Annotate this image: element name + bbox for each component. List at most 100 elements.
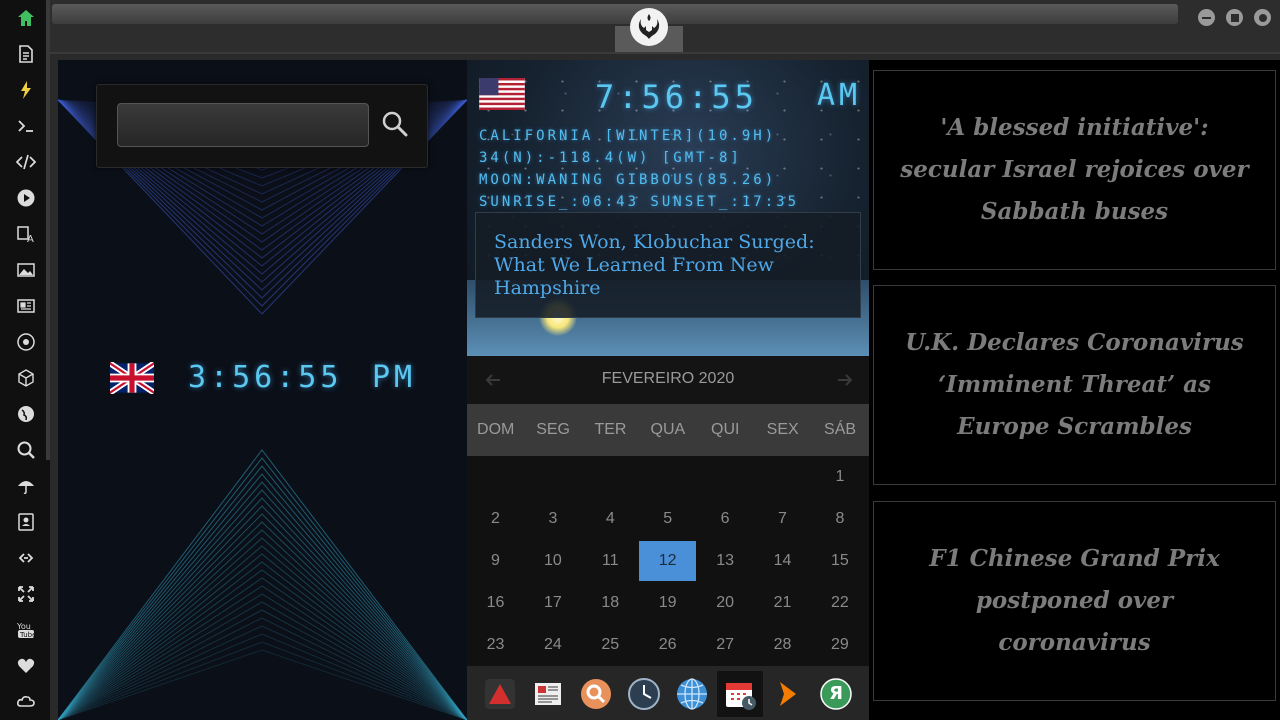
- calendar-day[interactable]: 24: [524, 625, 581, 665]
- news-headline[interactable]: F1 Chinese Grand Prix postponed over cor…: [898, 538, 1251, 664]
- calendar-day[interactable]: 4: [582, 499, 639, 539]
- search-app-icon: [581, 679, 611, 709]
- dock-news-app[interactable]: [525, 671, 571, 717]
- calendar-day[interactable]: 27: [697, 625, 754, 665]
- triangle-app-icon: [485, 679, 515, 709]
- search-input[interactable]: [117, 103, 369, 147]
- calendar-day[interactable]: 10: [524, 541, 581, 581]
- minimize-icon: [1202, 16, 1211, 19]
- sidebar-scrollbar[interactable]: [46, 0, 50, 460]
- title-field: [52, 4, 1178, 24]
- bolt-icon: [21, 81, 31, 99]
- sidebar-item-link[interactable]: [13, 545, 39, 571]
- calendar-day[interactable]: 17: [524, 583, 581, 623]
- rebel-icon: [17, 333, 35, 351]
- sidebar-item-newspaper[interactable]: [13, 293, 39, 319]
- sidebar-item-cloud[interactable]: [13, 689, 39, 715]
- sidebar-item-image[interactable]: [13, 257, 39, 283]
- uk-time: 3:56:55: [188, 360, 343, 395]
- dock-globe-app[interactable]: [669, 671, 715, 717]
- weekday-label: DOM: [477, 421, 515, 438]
- main-area: 3:56:55 PM 7:56:55 AM CALIFORNIA [WINTER…: [58, 60, 1280, 720]
- us-clock-widget: 7:56:55 AM CALIFORNIA [WINTER](10.9H) 34…: [467, 60, 869, 356]
- search-button[interactable]: [379, 107, 411, 141]
- maximize-icon: [1230, 13, 1239, 22]
- calendar-day[interactable]: 25: [582, 625, 639, 665]
- calendar-day[interactable]: 21: [754, 583, 811, 623]
- sidebar-item-search[interactable]: [13, 437, 39, 463]
- dock-arrow-app[interactable]: [765, 671, 811, 717]
- calendar-day[interactable]: 23: [467, 625, 524, 665]
- headline-link[interactable]: Sanders Won, Klobuchar Surged: What We L…: [494, 231, 834, 300]
- dock-item-label: Я: [829, 683, 843, 704]
- calendar-day[interactable]: 3: [524, 499, 581, 539]
- calendar-day[interactable]: 16: [467, 583, 524, 623]
- sidebar-item-umbrella[interactable]: [13, 473, 39, 499]
- sidebar: A You Tube: [0, 0, 50, 720]
- sidebar-item-youtube[interactable]: You Tube: [13, 617, 39, 643]
- dock-search-app[interactable]: [573, 671, 619, 717]
- dock-yandex-app[interactable]: Я: [813, 671, 859, 717]
- calendar-day[interactable]: 29: [811, 625, 868, 665]
- calendar-day[interactable]: 19: [639, 583, 696, 623]
- sidebar-item-translate[interactable]: A: [13, 221, 39, 247]
- calendar-day[interactable]: 13: [697, 541, 754, 581]
- sidebar-item-document[interactable]: [13, 41, 39, 67]
- calendar-grid: 1 2 3 4 5 6 7 8 9 10 11 12 13 14 15 16 17 18 19 20 21 22 23 24 2…: [467, 456, 869, 666]
- weekday-label: QUA: [650, 421, 686, 438]
- maximize-button[interactable]: [1226, 9, 1243, 26]
- close-button[interactable]: [1254, 9, 1271, 26]
- news-card[interactable]: U.K. Declares Coronavirus ‘Imminent Thre…: [873, 285, 1276, 485]
- calendar-day[interactable]: 28: [754, 625, 811, 665]
- calendar-day[interactable]: 7: [754, 499, 811, 539]
- calendar-day[interactable]: 2: [467, 499, 524, 539]
- news-app-icon: [535, 683, 561, 705]
- sidebar-item-play[interactable]: [13, 185, 39, 211]
- sidebar-item-rebel[interactable]: [13, 329, 39, 355]
- dock-triangle-app[interactable]: [477, 671, 523, 717]
- rebel-logo-icon[interactable]: [630, 8, 668, 46]
- arrow-right-icon: [838, 374, 853, 386]
- calendar-day[interactable]: 9: [467, 541, 524, 581]
- close-icon: [1258, 13, 1267, 22]
- sidebar-item-globe[interactable]: [13, 401, 39, 427]
- calendar-day[interactable]: 22: [811, 583, 868, 623]
- youtube-icon: YouTube: [16, 622, 36, 639]
- center-panel: 7:56:55 AM CALIFORNIA [WINTER](10.9H) 34…: [467, 60, 869, 720]
- calendar-day[interactable]: 20: [697, 583, 754, 623]
- sidebar-item-cube[interactable]: [13, 365, 39, 391]
- news-headline[interactable]: U.K. Declares Coronavirus ‘Imminent Thre…: [898, 322, 1251, 448]
- news-card[interactable]: 'A blessed initiative': secular Israel r…: [873, 70, 1276, 270]
- calendar-day[interactable]: 15: [811, 541, 868, 581]
- calendar-day[interactable]: 14: [754, 541, 811, 581]
- calendar-day[interactable]: 6: [697, 499, 754, 539]
- calendar-day[interactable]: 11: [582, 541, 639, 581]
- news-card[interactable]: F1 Chinese Grand Prix postponed over cor…: [873, 501, 1276, 701]
- sidebar-item-home[interactable]: [13, 5, 39, 31]
- headline-box[interactable]: Sanders Won, Klobuchar Surged: What We L…: [475, 212, 861, 318]
- calendar-day[interactable]: 1: [811, 457, 868, 497]
- sidebar-item-heart[interactable]: [13, 653, 39, 679]
- calendar-day[interactable]: 26: [639, 625, 696, 665]
- cube-icon: [18, 369, 34, 387]
- calendar-day[interactable]: 8: [811, 499, 868, 539]
- sidebar-item-bolt[interactable]: [13, 77, 39, 103]
- next-month-button[interactable]: [831, 366, 859, 394]
- umbrella-icon: [18, 481, 34, 495]
- calendar-day[interactable]: 5: [639, 499, 696, 539]
- sidebar-item-terminal[interactable]: [13, 113, 39, 139]
- calendar-day-today[interactable]: 12: [639, 541, 697, 581]
- sidebar-item-fullscreen[interactable]: [13, 581, 39, 607]
- sidebar-item-code[interactable]: [13, 149, 39, 175]
- cloud-icon: [17, 696, 35, 707]
- sidebar-item-contacts[interactable]: [13, 509, 39, 535]
- minimize-button[interactable]: [1198, 9, 1215, 26]
- dock-clock-app[interactable]: [621, 671, 667, 717]
- image-icon: [17, 263, 35, 277]
- location-info: CALIFORNIA [WINTER](10.9H): [479, 128, 777, 144]
- uk-flag-icon: [110, 362, 154, 394]
- news-headline[interactable]: 'A blessed initiative': secular Israel r…: [898, 107, 1251, 233]
- dock-calendar-app[interactable]: [717, 671, 763, 717]
- calendar-day[interactable]: 18: [582, 583, 639, 623]
- svg-text:A: A: [27, 234, 34, 244]
